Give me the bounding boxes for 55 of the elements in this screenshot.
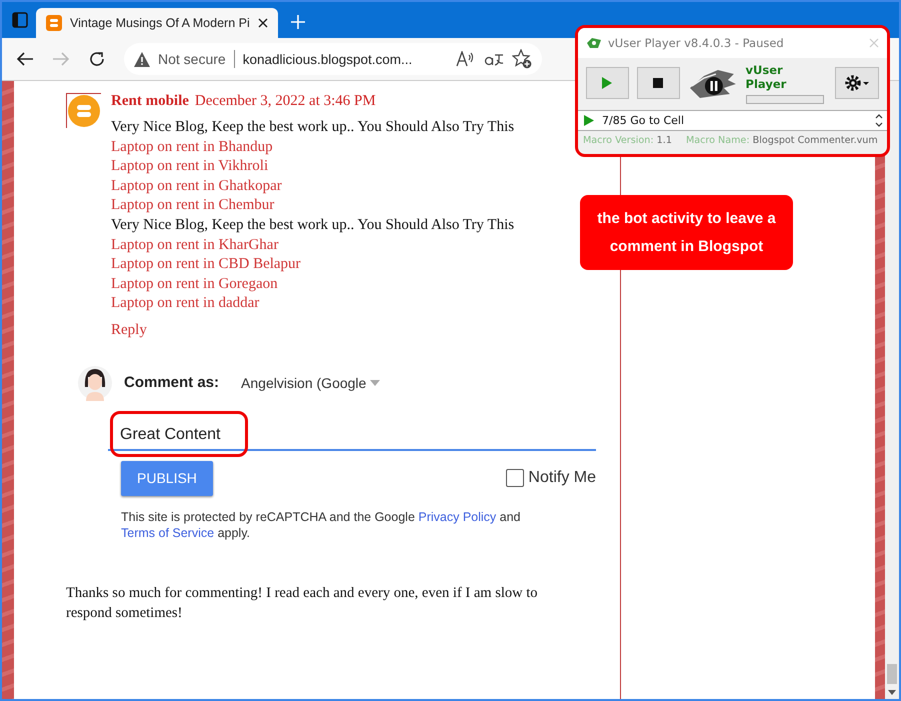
blogger-icon — [46, 15, 62, 31]
app-logo-icon — [586, 37, 602, 49]
stop-button[interactable] — [636, 67, 680, 99]
refresh-icon[interactable] — [88, 50, 106, 68]
play-button[interactable] — [586, 67, 629, 99]
user-avatar-icon — [78, 364, 112, 401]
comment-author[interactable]: Rent mobile — [111, 93, 189, 110]
favorite-icon[interactable] — [512, 49, 532, 69]
security-label: Not secure — [158, 51, 226, 67]
account-dropdown[interactable]: Angelvision (Google — [241, 374, 380, 391]
back-icon[interactable] — [16, 51, 34, 67]
player-title: vUser Player v8.4.0.3 - Paused — [608, 36, 785, 50]
warning-icon — [134, 52, 150, 66]
browser-tab[interactable]: Vintage Musings Of A Modern Pi — [36, 8, 278, 38]
tab-actions-icon[interactable] — [12, 12, 28, 28]
blogger-avatar-icon — [67, 94, 101, 128]
spin-arrows-icon[interactable] — [875, 113, 883, 128]
play-icon — [584, 115, 594, 126]
new-tab-icon[interactable] — [290, 14, 306, 30]
comment-link[interactable]: Laptop on rent in Chembur — [111, 196, 514, 216]
settings-icon — [844, 74, 870, 92]
macro-name: Macro Name: Blogspot Commenter.vum — [686, 135, 878, 146]
comment-date[interactable]: December 3, 2022 at 3:46 PM — [194, 93, 376, 110]
privacy-link[interactable]: Privacy Policy — [418, 510, 496, 524]
comment-as-label: Comment as: — [124, 374, 220, 392]
player-brand: vUser Player — [746, 62, 788, 90]
comment-link[interactable]: Laptop on rent in CBD Belapur — [111, 255, 514, 275]
comment-field[interactable]: Great Content — [108, 420, 596, 451]
footer-note: Thanks so much for commenting! I read each and every one, even if I am slow to respond sometimes! — [66, 584, 538, 623]
notify-checkbox[interactable]: Notify Me — [506, 469, 596, 488]
url-text: konadlicious.blogspot.com... — [242, 52, 414, 66]
reply-link[interactable]: Reply — [111, 322, 147, 339]
annotation-callout: the bot activity to leave a comment in Blogspot — [580, 195, 793, 270]
scroll-down-icon[interactable] — [888, 690, 896, 695]
comment-text: Very Nice Blog, Keep the best work up.. You Should Also Try This — [111, 216, 514, 235]
macro-version: Macro Version: 1.1 — [583, 135, 672, 146]
stop-icon — [653, 78, 664, 88]
terms-link[interactable]: Terms of Service — [121, 526, 214, 540]
current-step: 7/85 Go to Cell — [602, 114, 867, 127]
comment-link[interactable]: Laptop on rent in daddar — [111, 294, 514, 314]
caret-icon — [370, 380, 380, 386]
address-bar[interactable]: Not secure konadlicious.blogspot.com... — [124, 43, 542, 75]
comment-link[interactable]: Laptop on rent in Goregaon — [111, 274, 514, 294]
comment-text: Very Nice Blog, Keep the best work up.. You Should Also Try This — [111, 118, 514, 137]
comment-link[interactable]: Laptop on rent in KharGhar — [111, 236, 514, 256]
play-icon — [602, 77, 612, 89]
comment-link[interactable]: Laptop on rent in Vikhroli — [111, 157, 514, 177]
comment-link[interactable]: Laptop on rent in Ghatkopar — [111, 176, 514, 196]
close-icon[interactable] — [258, 18, 268, 28]
publish-button[interactable]: PUBLISH — [121, 460, 213, 496]
settings-button[interactable] — [835, 67, 879, 99]
read-aloud-icon[interactable] — [456, 51, 476, 67]
recaptcha-notice: This site is protected by reCAPTCHA and the Google Privacy Policy and Terms of Service apply. — [121, 508, 522, 541]
scroll-thumb[interactable] — [887, 664, 897, 684]
comment-link[interactable]: Laptop on rent in Bhandup — [111, 138, 514, 158]
